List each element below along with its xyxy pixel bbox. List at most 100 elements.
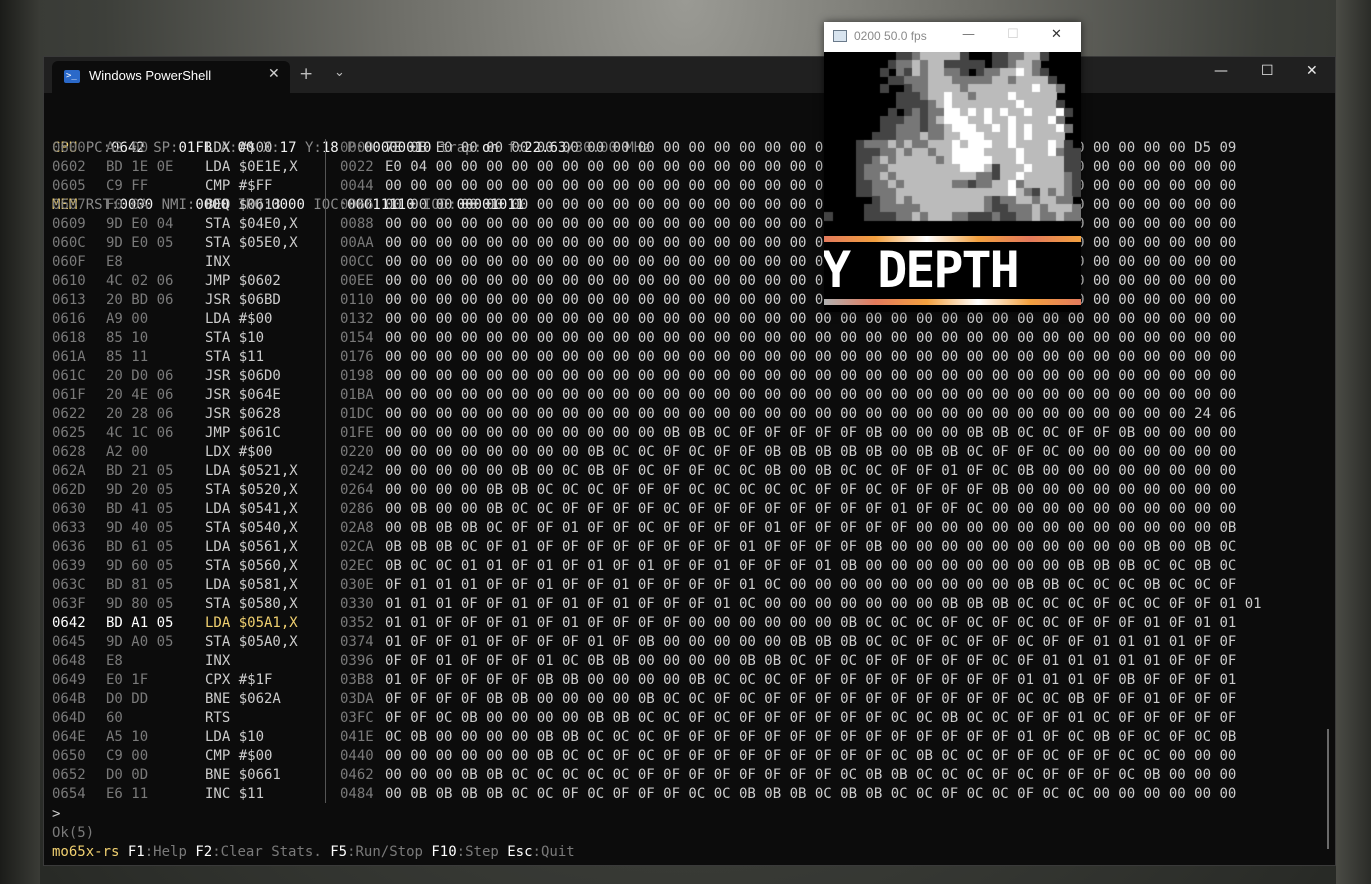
new-tab-button[interactable]: + bbox=[299, 64, 313, 84]
memory-bytes: 01 0F 0F 01 0F 0F 0F 0F 01 0F 0B 00 00 0… bbox=[385, 634, 1237, 650]
memory-bytes: 00 00 00 00 00 00 0B 0C 0C 0F 0C 0F 0F 0… bbox=[385, 748, 1237, 764]
disasm-row: 0622 20 28 06 JSR $0628 bbox=[52, 405, 322, 424]
disasm-bytes: A9 00 bbox=[106, 311, 149, 327]
disasm-address: 0613 bbox=[52, 292, 86, 308]
memory-address: 0044 bbox=[340, 178, 374, 194]
memory-bytes: 00 0B 00 00 0B 0C 0C 0F 0F 0F 0F 0C 0F 0… bbox=[385, 501, 1237, 517]
disasm-row: 0648 E8 INX bbox=[52, 652, 322, 671]
memory-bytes: 00 00 00 00 00 0B 00 0C 0B 0F 0C 0F 0F 0… bbox=[385, 463, 1237, 479]
disasm-address: 0607 bbox=[52, 197, 86, 213]
memory-bytes: 00 00 00 00 0B 0B 0C 0C 0C 0F 0F 0F 0C 0… bbox=[385, 482, 1237, 498]
disasm-bytes: D0 0D bbox=[106, 767, 149, 783]
disasm-instruction: CPX #$1F bbox=[205, 672, 273, 688]
close-button[interactable]: ✕ bbox=[1306, 63, 1318, 79]
disasm-bytes: E8 bbox=[106, 254, 123, 270]
memory-address: 01DC bbox=[340, 406, 374, 422]
memory-row: 0242 00 00 00 00 00 0B 00 0C 0B 0F 0C 0F … bbox=[340, 462, 1320, 481]
memory-row: 03DA 0F 0F 0F 0F 0B 0B 00 00 00 00 0B 0C … bbox=[340, 690, 1320, 709]
disasm-row: 0613 20 BD 06 JSR $06BD bbox=[52, 291, 322, 310]
memory-address: 0264 bbox=[340, 482, 374, 498]
disasm-bytes: 4C 02 06 bbox=[106, 273, 174, 289]
app-name: mo65x-rs bbox=[52, 844, 120, 860]
disasm-row: 0605 C9 FF CMP #$FF bbox=[52, 177, 322, 196]
memory-address: 0176 bbox=[340, 349, 374, 365]
display-title-bar[interactable]: 0200 50.0 fps — ☐ ✕ bbox=[824, 22, 1081, 52]
disasm-row: 0654 E6 11 INC $11 bbox=[52, 785, 322, 804]
memory-bytes: 01 01 0F 0F 0F 01 0F 01 0F 0F 0F 0F 00 0… bbox=[385, 615, 1237, 631]
memory-bytes: 00 00 00 00 00 00 00 00 00 00 00 00 00 0… bbox=[385, 197, 1237, 213]
disasm-instruction: STA $10 bbox=[205, 330, 265, 346]
disasm-row: 062D 9D 20 05 STA $0520,X bbox=[52, 481, 322, 500]
disasm-address: 0618 bbox=[52, 330, 86, 346]
disasm-bytes: E6 11 bbox=[106, 786, 149, 802]
disasm-instruction: LDA $0561,X bbox=[205, 539, 298, 555]
disasm-address: 0628 bbox=[52, 444, 86, 460]
memory-bytes: 00 00 00 00 00 00 00 00 0B 0C 0C 0F 0C 0… bbox=[385, 444, 1237, 460]
memory-bytes: 01 01 01 0F 0F 01 0F 01 0F 01 0F 0F 0F 0… bbox=[385, 596, 1262, 612]
close-tab-icon[interactable]: ✕ bbox=[268, 66, 280, 82]
memory-row: 0374 01 0F 0F 01 0F 0F 0F 0F 01 0F 0B 00 … bbox=[340, 633, 1320, 652]
disasm-address: 063F bbox=[52, 596, 86, 612]
console-area[interactable]: CPU PC:0642 SP:01FB A:00 X:17 Y:18 P:000… bbox=[52, 101, 1322, 861]
disasm-instruction: CMP #$00 bbox=[205, 748, 273, 764]
memory-address: 0484 bbox=[340, 786, 374, 802]
disasm-bytes: E0 1F bbox=[106, 672, 149, 688]
command-prompt[interactable]: > bbox=[52, 805, 60, 824]
display-minimize-button[interactable]: — bbox=[962, 27, 975, 42]
shortcut-key: F1 bbox=[127, 844, 145, 860]
memory-address: 0374 bbox=[340, 634, 374, 650]
minimize-button[interactable]: — bbox=[1214, 63, 1228, 79]
disasm-row: 061A 85 11 STA $11 bbox=[52, 348, 322, 367]
memory-row: 02CA 0B 0B 0B 0C 0F 01 0F 0F 0F 0F 0F 0F … bbox=[340, 538, 1320, 557]
memory-bytes: 0F 0F 0C 0B 00 00 00 00 0B 0B 0C 0C 0F 0… bbox=[385, 710, 1237, 726]
disasm-row: 064E A5 10 LDA $10 bbox=[52, 728, 322, 747]
shortcut-bar: mo65x-rs F1:Help F2:Clear Stats. F5:Run/… bbox=[52, 843, 575, 862]
title-bar[interactable]: >_ Windows PowerShell ✕ + ⌄ — ☐ ✕ bbox=[44, 57, 1335, 93]
disasm-instruction: LDA $0521,X bbox=[205, 463, 298, 479]
memory-bytes: 01 0F 0F 0F 0F 0F 0B 0B 00 00 00 00 0B 0… bbox=[385, 672, 1237, 688]
memory-row: 0286 00 0B 00 00 0B 0C 0C 0F 0F 0F 0F 0C … bbox=[340, 500, 1320, 519]
disasm-address: 0610 bbox=[52, 273, 86, 289]
disasm-bytes: 9D A0 05 bbox=[106, 634, 174, 650]
scrollbar[interactable] bbox=[1327, 729, 1329, 849]
disasm-instruction: INX bbox=[205, 254, 231, 270]
memory-row: 030E 0F 01 01 01 0F 0F 01 0F 0F 01 0F 0F … bbox=[340, 576, 1320, 595]
memory-row: 02A8 00 0B 0B 0B 0C 0F 0F 01 0F 0F 0C 0F … bbox=[340, 519, 1320, 538]
display-maximize-button[interactable]: ☐ bbox=[1007, 27, 1019, 42]
memory-row: 0352 01 01 0F 0F 0F 01 0F 01 0F 0F 0F 0F … bbox=[340, 614, 1320, 633]
display-window[interactable]: 0200 50.0 fps — ☐ ✕ Y DEPTH bbox=[824, 22, 1081, 312]
chevron-down-icon[interactable]: ⌄ bbox=[334, 65, 345, 80]
memory-address: 0330 bbox=[340, 596, 374, 612]
disasm-instruction: BNE $062A bbox=[205, 691, 281, 707]
disasm-bytes: BD 61 05 bbox=[106, 539, 174, 555]
disasm-instruction: JSR $0628 bbox=[205, 406, 281, 422]
memory-address: 0220 bbox=[340, 444, 374, 460]
disasm-row: 0650 C9 00 CMP #$00 bbox=[52, 747, 322, 766]
terminal-window[interactable]: >_ Windows PowerShell ✕ + ⌄ — ☐ ✕ CPU PC… bbox=[43, 56, 1336, 866]
memory-row: 0462 00 00 00 0B 0B 0C 0C 0C 0C 0C 0F 0F … bbox=[340, 766, 1320, 785]
disasm-row: 0610 4C 02 06 JMP $0602 bbox=[52, 272, 322, 291]
memory-bytes: 00 00 00 00 00 00 00 00 00 00 00 00 00 0… bbox=[385, 178, 1237, 194]
disasm-bytes: 9D E0 04 bbox=[106, 216, 174, 232]
memory-bytes: 00 00 00 00 00 00 00 00 00 00 00 00 00 0… bbox=[385, 330, 1237, 346]
disasm-bytes: F0 0A bbox=[106, 197, 149, 213]
display-title: 0200 50.0 fps bbox=[854, 29, 927, 43]
memory-address: 030E bbox=[340, 577, 374, 593]
memory-bytes: 00 00 00 0B 0B 0C 0C 0C 0C 0C 0F 0F 0F 0… bbox=[385, 767, 1237, 783]
disasm-row: 0639 9D 60 05 STA $0560,X bbox=[52, 557, 322, 576]
disasm-address: 0652 bbox=[52, 767, 86, 783]
maximize-button[interactable]: ☐ bbox=[1261, 63, 1274, 79]
disasm-bytes: BD 21 05 bbox=[106, 463, 174, 479]
memory-row: 0484 00 0B 0B 0B 0B 0C 0C 0F 0C 0F 0F 0F … bbox=[340, 785, 1320, 804]
disasm-instruction: LDA $05A1,X bbox=[205, 615, 298, 631]
memory-bytes: 00 00 00 00 00 00 00 00 00 00 00 00 00 0… bbox=[385, 387, 1237, 403]
disasm-address: 0633 bbox=[52, 520, 86, 536]
disasm-address: 061C bbox=[52, 368, 86, 384]
disasm-instruction: BEQ $0613 bbox=[205, 197, 281, 213]
shortcut-key: F2 bbox=[195, 844, 213, 860]
disasm-row: 060F E8 INX bbox=[52, 253, 322, 272]
display-close-button[interactable]: ✕ bbox=[1051, 27, 1062, 42]
memory-row: 0132 00 00 00 00 00 00 00 00 00 00 00 00 … bbox=[340, 310, 1320, 329]
disasm-instruction: LDA #$00 bbox=[205, 311, 273, 327]
tab-powershell[interactable]: >_ Windows PowerShell ✕ bbox=[52, 61, 290, 93]
